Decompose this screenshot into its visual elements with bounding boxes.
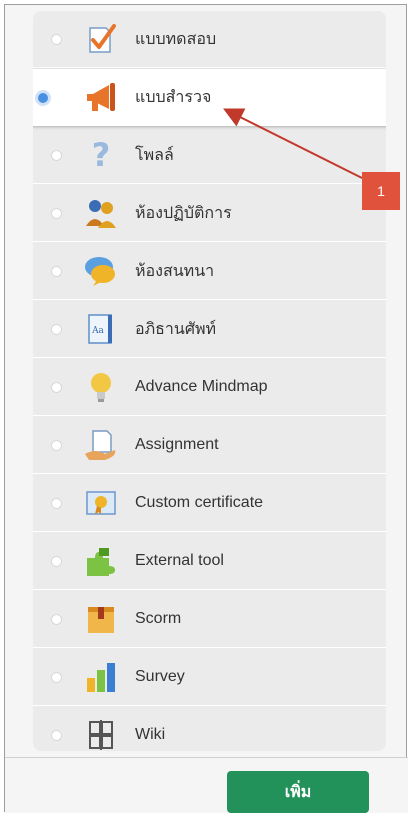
activity-label: Scorm [135, 610, 182, 627]
radio-button[interactable] [51, 613, 62, 625]
activity-label: Custom certificate [135, 494, 264, 511]
activity-row-advance-mindmap[interactable]: Advance Mindmap [33, 359, 386, 416]
activity-row-chat[interactable]: ห้องสนทนา [33, 243, 386, 300]
wiki-icon [83, 717, 119, 751]
add-button[interactable]: เพิ่ม [227, 771, 369, 813]
activity-label: Assignment [135, 436, 219, 453]
radio-button[interactable] [51, 207, 62, 219]
bar-chart-icon [83, 659, 119, 695]
activity-row-poll[interactable]: ? โพลล์ [33, 127, 386, 184]
activity-row-survey[interactable]: Survey [33, 649, 386, 706]
megaphone-icon [83, 80, 119, 116]
activity-list[interactable]: แบบทดสอบ แบบสำรวจ ? โพลล์ ห้องปฏิบัติการ… [33, 11, 386, 751]
radio-button[interactable] [51, 33, 62, 45]
activity-label: ห้องสนทนา [135, 262, 215, 280]
radio-button[interactable] [51, 149, 62, 161]
glossary-book-icon: Aa [83, 311, 119, 347]
svg-text:?: ? [92, 138, 111, 172]
activity-row-quiz[interactable]: แบบทดสอบ [33, 11, 386, 68]
quiz-checkmark-icon [83, 21, 119, 57]
activity-label: Survey [135, 668, 185, 685]
activity-row-feedback[interactable]: แบบสำรวจ [33, 69, 386, 126]
activity-row-scorm[interactable]: Scorm [33, 591, 386, 648]
radio-button[interactable] [51, 729, 62, 741]
puzzle-icon [83, 543, 119, 579]
svg-text:Aa: Aa [91, 326, 104, 336]
radio-button[interactable] [51, 671, 62, 683]
activity-label: Wiki [135, 726, 166, 743]
assignment-hand-icon [83, 427, 119, 463]
activity-label: แบบทดสอบ [135, 30, 217, 48]
activity-label: External tool [135, 552, 224, 569]
activity-label: Advance Mindmap [135, 378, 268, 395]
activity-row-glossary[interactable]: Aa อภิธานศัพท์ [33, 301, 386, 358]
activity-row-wiki[interactable]: Wiki [33, 707, 386, 751]
activity-row-custom-certificate[interactable]: Custom certificate [33, 475, 386, 532]
activity-row-assignment[interactable]: Assignment [33, 417, 386, 474]
radio-button[interactable] [51, 439, 62, 451]
activity-label: แบบสำรวจ [135, 89, 212, 106]
radio-button[interactable] [51, 555, 62, 567]
radio-button[interactable] [51, 323, 62, 335]
annotation-callout-badge: 1 [362, 172, 400, 210]
activity-label: โพลล์ [135, 146, 174, 164]
workshop-people-icon [83, 195, 119, 231]
scorm-package-icon [83, 601, 119, 637]
activity-label: ห้องปฏิบัติการ [135, 204, 232, 222]
lightbulb-icon [83, 369, 119, 405]
radio-button-selected[interactable] [35, 89, 51, 106]
chat-bubbles-icon [83, 253, 119, 289]
radio-button[interactable] [51, 265, 62, 277]
activity-row-workshop[interactable]: ห้องปฏิบัติการ [33, 185, 386, 242]
activity-label: อภิธานศัพท์ [135, 320, 217, 338]
question-mark-icon: ? [83, 137, 119, 173]
radio-button[interactable] [51, 497, 62, 509]
activity-row-external-tool[interactable]: External tool [33, 533, 386, 590]
activity-chooser-dialog: แบบทดสอบ แบบสำรวจ ? โพลล์ ห้องปฏิบัติการ… [4, 4, 408, 813]
dialog-footer: เพิ่ม [5, 757, 408, 813]
certificate-icon [83, 485, 119, 521]
radio-button[interactable] [51, 381, 62, 393]
